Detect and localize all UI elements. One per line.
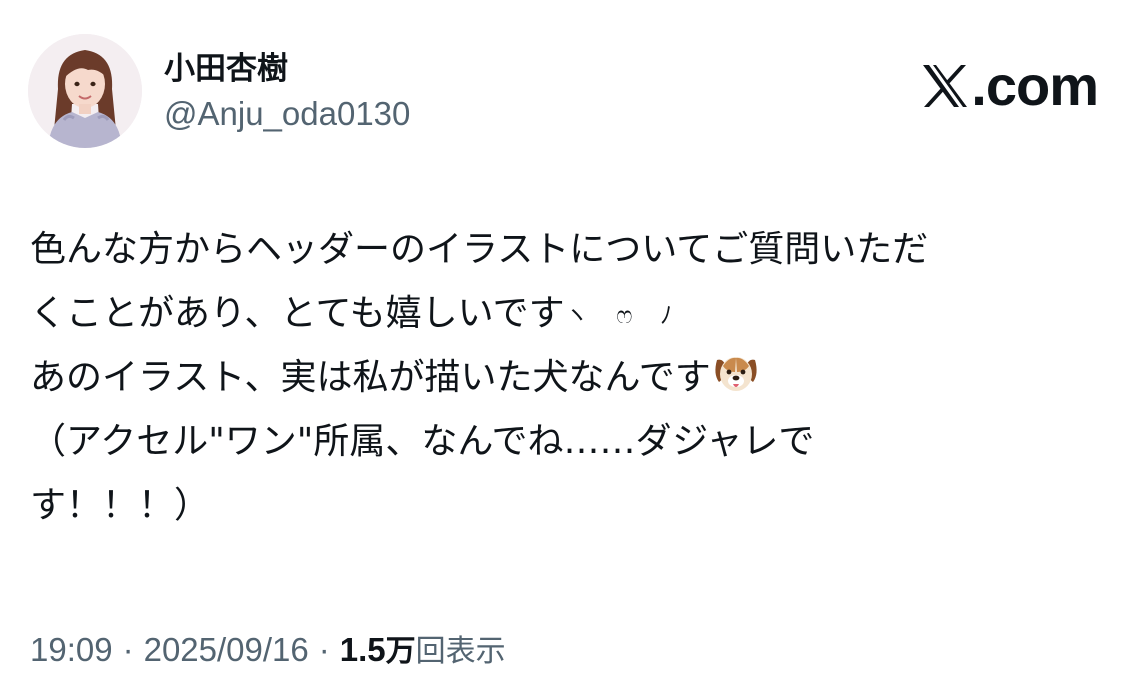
tweet-line-text: す！！！） (30, 485, 211, 526)
tweet-line: す！！！） (30, 474, 1100, 538)
tweet-line: あのイラスト、実は私が描いた犬なんです (30, 346, 1100, 410)
user-handle[interactable]: @Anju_oda0130 (164, 92, 410, 136)
tweet-text: 色んな方からヘッダーのイラストについてご質問いただ くことがあり、とても嬉しいで… (30, 218, 1100, 538)
kaomoji: ヽ ෆ ﾉ (564, 301, 683, 329)
views-label: 回表示 (415, 634, 506, 669)
brand-logo: .com (921, 54, 1099, 117)
brand-domain: .com (971, 54, 1099, 117)
views-count[interactable]: 1.5 (340, 631, 386, 668)
tweet-time[interactable]: 19:09 (30, 631, 113, 668)
tweet-line-text: あのイラスト、実は私が描いた犬なんです (30, 357, 711, 398)
tweet-line: 色んな方からヘッダーのイラストについてご質問いただ (30, 218, 1100, 282)
author-block: 小田杏樹 @Anju_oda0130 (164, 50, 410, 136)
tweet-header: 小田杏樹 @Anju_oda0130 .com (28, 34, 1099, 150)
views-unit: 万 (385, 634, 416, 669)
tweet-date[interactable]: 2025/09/16 (144, 631, 309, 668)
meta-separator: · (318, 631, 330, 668)
meta-separator: · (122, 631, 134, 668)
avatar[interactable] (28, 34, 142, 148)
x-logo-icon (921, 63, 969, 109)
tweet-line-text: （アクセル"ワン"所属、なんでね……ダジャレで (30, 421, 815, 462)
tweet-line: （アクセル"ワン"所属、なんでね……ダジャレで (30, 410, 1100, 474)
tweet-line-text: 色んな方からヘッダーのイラストについてご質問いただ (30, 229, 929, 270)
avatar-image (28, 34, 142, 148)
dog-face-icon (711, 348, 761, 398)
display-name[interactable]: 小田杏樹 (164, 50, 410, 88)
tweet-meta: 19:09 · 2025/09/16 · 1.5万回表示 (30, 626, 506, 676)
tweet-line: くことがあり、とても嬉しいですヽ ෆ ﾉ (30, 282, 1100, 346)
tweet-line-text: くことがあり、とても嬉しいです (30, 293, 565, 334)
